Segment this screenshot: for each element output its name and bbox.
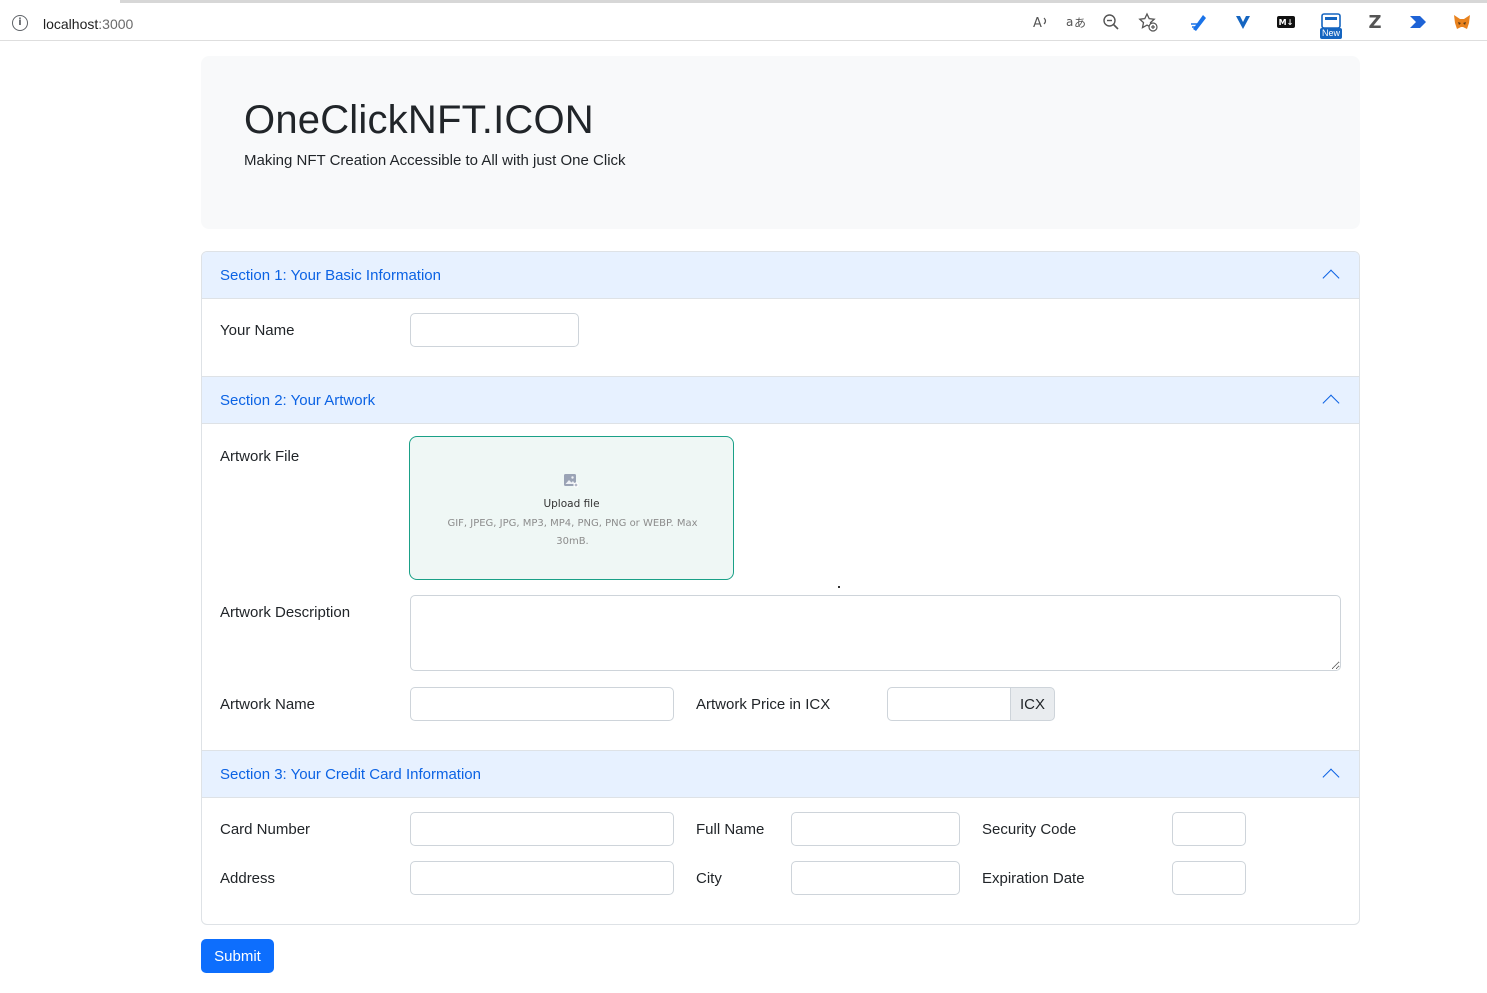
upload-title: Upload file <box>543 498 600 510</box>
card-number-label: Card Number <box>220 821 311 838</box>
security-code-input[interactable] <box>1172 812 1246 846</box>
add-favorite-icon[interactable] <box>1137 11 1159 33</box>
svg-text:a: a <box>1066 15 1073 29</box>
ext-v-icon[interactable] <box>1232 11 1254 33</box>
security-code-label: Security Code <box>982 821 1077 838</box>
site-info-icon[interactable]: i <box>12 15 28 31</box>
expiration-date-label: Expiration Date <box>982 870 1085 887</box>
ext-pen-icon[interactable] <box>1188 11 1210 33</box>
ext-metamask-icon[interactable] <box>1451 11 1473 33</box>
artwork-name-input[interactable] <box>410 687 674 721</box>
full-name-input[interactable] <box>791 812 960 846</box>
chevron-up-icon[interactable] <box>1322 394 1340 412</box>
upload-hint: GIF, JPEG, JPG, MP3, MP4, PNG, PNG or WE… <box>447 518 698 547</box>
app-title: OneClickNFT.ICON <box>244 98 594 142</box>
city-label: City <box>696 870 722 887</box>
artwork-description-input[interactable] <box>410 595 1341 671</box>
ext-arrow-icon[interactable] <box>1407 11 1429 33</box>
header-banner: OneClickNFT.ICON Making NFT Creation Acc… <box>201 56 1360 229</box>
svg-text:あ: あ <box>1074 16 1086 30</box>
url-host: localhost <box>43 16 99 32</box>
address-bar: i localhost:3000 A aあ M↓ New Z <box>0 3 1487 41</box>
section1-title: Section 1: Your Basic Information <box>220 267 441 284</box>
expiration-date-input[interactable] <box>1172 861 1246 895</box>
ext-new-badge: New <box>1320 28 1343 39</box>
address-label: Address <box>220 870 276 887</box>
your-name-label: Your Name <box>220 322 295 339</box>
section2-header[interactable]: Section 2: Your Artwork <box>202 377 1359 424</box>
section1-header[interactable]: Section 1: Your Basic Information <box>202 252 1359 299</box>
translate-icon[interactable]: aあ <box>1065 11 1087 33</box>
section3-title: Section 3: Your Credit Card Information <box>220 766 481 783</box>
stray-dot <box>838 586 840 588</box>
artwork-description-label: Artwork Description <box>220 604 351 621</box>
artwork-price-input[interactable] <box>887 687 1011 721</box>
url-port: :3000 <box>98 16 134 32</box>
section2-title: Section 2: Your Artwork <box>220 392 376 409</box>
address-input[interactable] <box>410 861 674 895</box>
url-field[interactable]: i localhost:3000 <box>0 5 1172 37</box>
app-subtitle: Making NFT Creation Accessible to All wi… <box>244 152 626 169</box>
artwork-name-label: Artwork Name <box>220 696 316 713</box>
city-input[interactable] <box>791 861 960 895</box>
ext-markdown-icon[interactable]: M↓ <box>1277 16 1295 28</box>
ext-z-icon[interactable]: Z <box>1364 11 1386 33</box>
submit-button[interactable]: Submit <box>201 939 274 973</box>
card-number-input[interactable] <box>410 812 674 846</box>
artwork-file-label: Artwork File <box>220 448 300 465</box>
artwork-price-label: Artwork Price in ICX <box>696 696 831 713</box>
full-name-label: Full Name <box>696 821 765 838</box>
zoom-out-icon[interactable] <box>1100 11 1122 33</box>
url-text[interactable]: localhost:3000 <box>43 16 133 32</box>
read-aloud-icon[interactable]: A <box>1030 11 1052 33</box>
icx-addon: ICX <box>1010 687 1055 721</box>
chevron-up-icon[interactable] <box>1322 768 1340 786</box>
chevron-up-icon[interactable] <box>1322 269 1340 287</box>
image-upload-icon <box>564 474 579 488</box>
section3-header[interactable]: Section 3: Your Credit Card Information <box>202 751 1359 798</box>
upload-dropzone[interactable]: Upload file GIF, JPEG, JPG, MP3, MP4, PN… <box>409 436 734 580</box>
form-accordion: Section 1: Your Basic Information Your N… <box>201 251 1360 925</box>
svg-text:A: A <box>1033 16 1042 30</box>
your-name-input[interactable] <box>410 313 579 347</box>
